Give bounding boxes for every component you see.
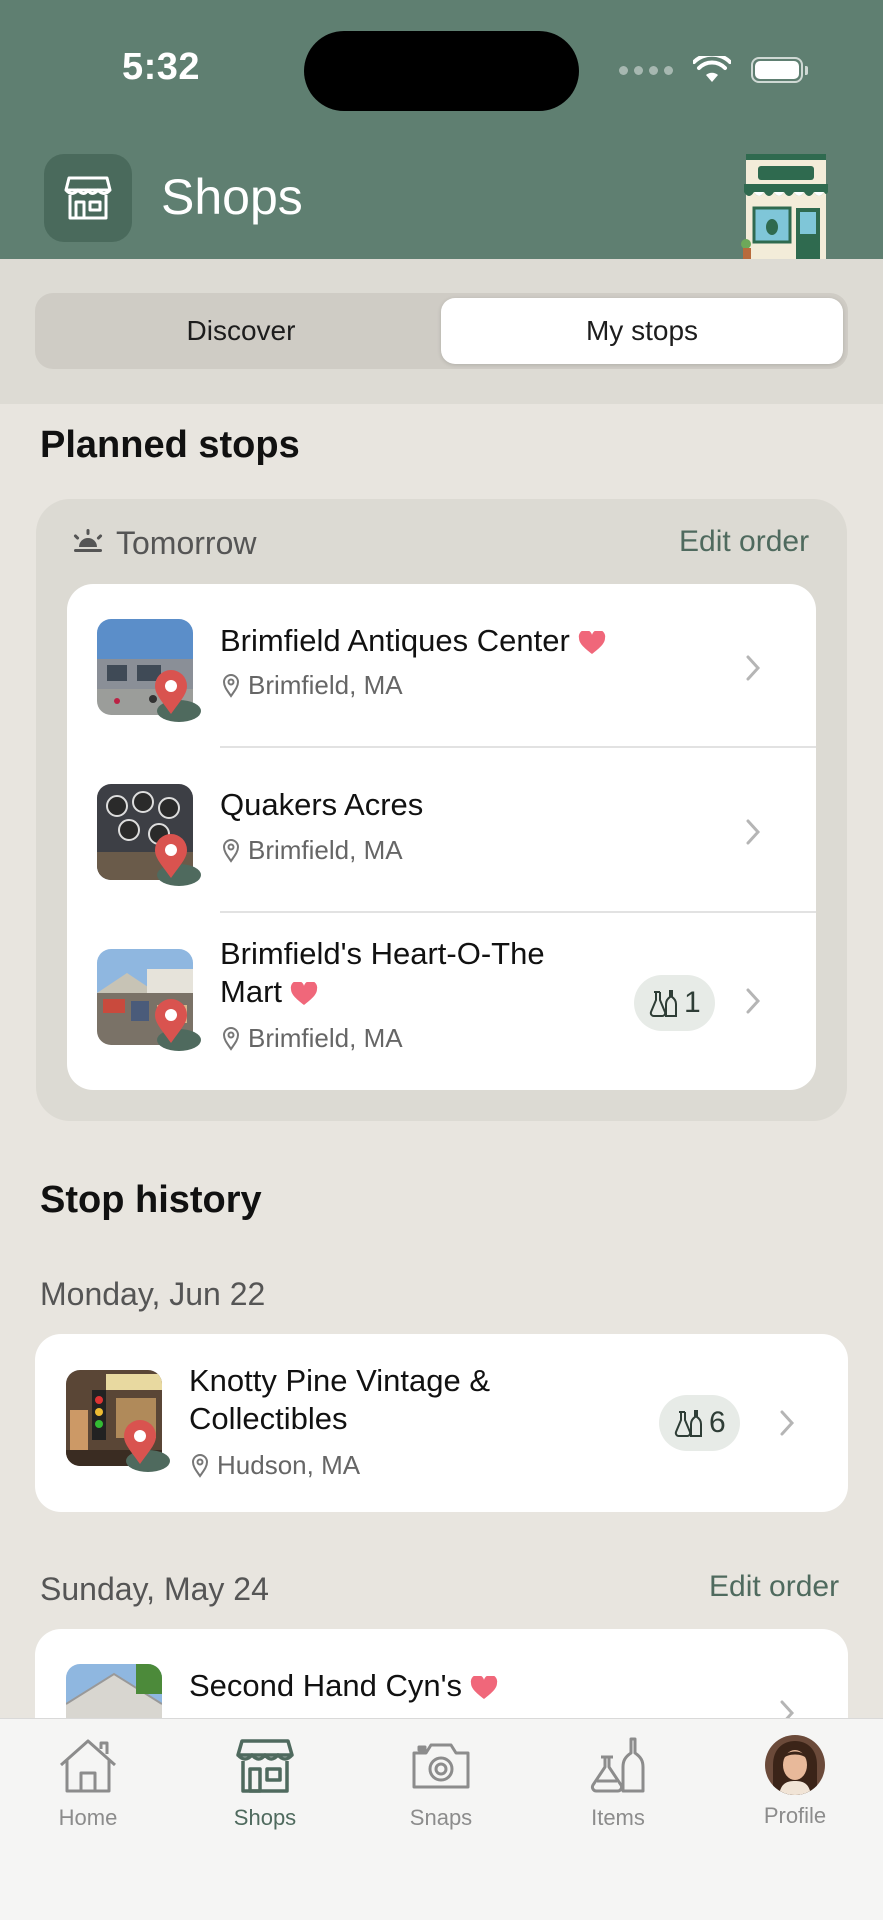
segmented-control: Discover My stops [35, 293, 848, 369]
shop-name: Knotty Pine Vintage & Collectibles [189, 1363, 491, 1436]
history-item[interactable]: Knotty Pine Vintage & Collectibles Hudso… [35, 1334, 848, 1512]
planned-stops-title: Planned stops [40, 424, 300, 466]
camera-icon [412, 1743, 470, 1789]
location-pin-icon [191, 1453, 209, 1478]
items-count-badge: 1 [634, 975, 715, 1031]
list-item[interactable]: Brimfield Antiques Center Brimfield, MA [67, 584, 816, 748]
tab-home[interactable]: Home [18, 1735, 158, 1831]
bottles-icon [649, 990, 677, 1017]
avatar [765, 1735, 825, 1795]
items-count-badge: 6 [659, 1395, 740, 1451]
day-label: Tomorrow [116, 525, 257, 561]
status-time: 5:32 [122, 46, 201, 88]
chevron-right-icon [746, 819, 761, 845]
house-icon [60, 1739, 116, 1793]
status-indicators [619, 56, 808, 84]
planned-stops-list: Brimfield Antiques Center Brimfield, MA [67, 584, 816, 1090]
segment-bar: Discover My stops [0, 259, 883, 404]
tab-snaps[interactable]: Snaps [371, 1735, 511, 1831]
chevron-right-icon [780, 1410, 795, 1436]
shop-location: Hudson, MA [191, 1450, 360, 1481]
chevron-right-icon [746, 655, 761, 681]
list-item[interactable]: Brimfield's Heart-O-The Mart Brimfield, … [67, 913, 816, 1090]
signal-icon [619, 65, 673, 75]
heart-icon [578, 630, 605, 654]
page-title: Shops [161, 169, 303, 225]
battery-icon [751, 57, 808, 83]
tab-my-stops[interactable]: My stops [441, 298, 843, 364]
sunrise-icon [73, 529, 103, 552]
tab-shops[interactable]: Shops [195, 1735, 335, 1831]
map-pin-icon [155, 999, 201, 1051]
tab-profile[interactable]: Profile [725, 1735, 865, 1829]
store-app-icon [44, 154, 132, 242]
list-item[interactable]: Quakers Acres Brimfield, MA [67, 748, 816, 913]
location-pin-icon [222, 673, 240, 698]
shop-name: Brimfield Antiques Center [220, 622, 606, 660]
edit-order-button[interactable]: Edit order [679, 525, 809, 559]
tab-items[interactable]: Items [548, 1735, 688, 1831]
shop-location: Brimfield, MA [222, 835, 403, 866]
shop-name: Second Hand Cyn's [189, 1667, 498, 1705]
history-date-label: Sunday, May 24 [40, 1571, 269, 1607]
map-pin-icon [155, 670, 201, 722]
shop-location: Brimfield, MA [222, 670, 403, 701]
bottles-icon [674, 1410, 702, 1437]
bottles-icon [590, 1737, 645, 1793]
bottom-tab-bar: Home Shops Snaps Items Profile [0, 1718, 883, 1920]
wifi-icon [693, 56, 731, 82]
shop-name: Quakers Acres [220, 787, 424, 822]
edit-order-button[interactable]: Edit order [709, 1570, 839, 1604]
stop-history-title: Stop history [40, 1179, 262, 1221]
tab-discover[interactable]: Discover [40, 298, 442, 364]
shop-name: Brimfield's Heart-O-The Mart [220, 936, 545, 1009]
location-pin-icon [222, 1026, 240, 1051]
map-pin-icon [124, 1420, 170, 1472]
chevron-right-icon [746, 988, 761, 1014]
map-pin-icon [155, 834, 201, 886]
shop-location: Brimfield, MA [222, 1023, 403, 1054]
app-header: 5:32 Shops [0, 0, 883, 259]
dynamic-island [304, 31, 579, 111]
location-pin-icon [222, 838, 240, 863]
heart-icon [290, 981, 318, 1005]
storefront-illustration [741, 154, 828, 259]
heart-icon [470, 1675, 498, 1699]
history-date-label: Monday, Jun 22 [40, 1276, 266, 1312]
store-icon [236, 1739, 294, 1793]
